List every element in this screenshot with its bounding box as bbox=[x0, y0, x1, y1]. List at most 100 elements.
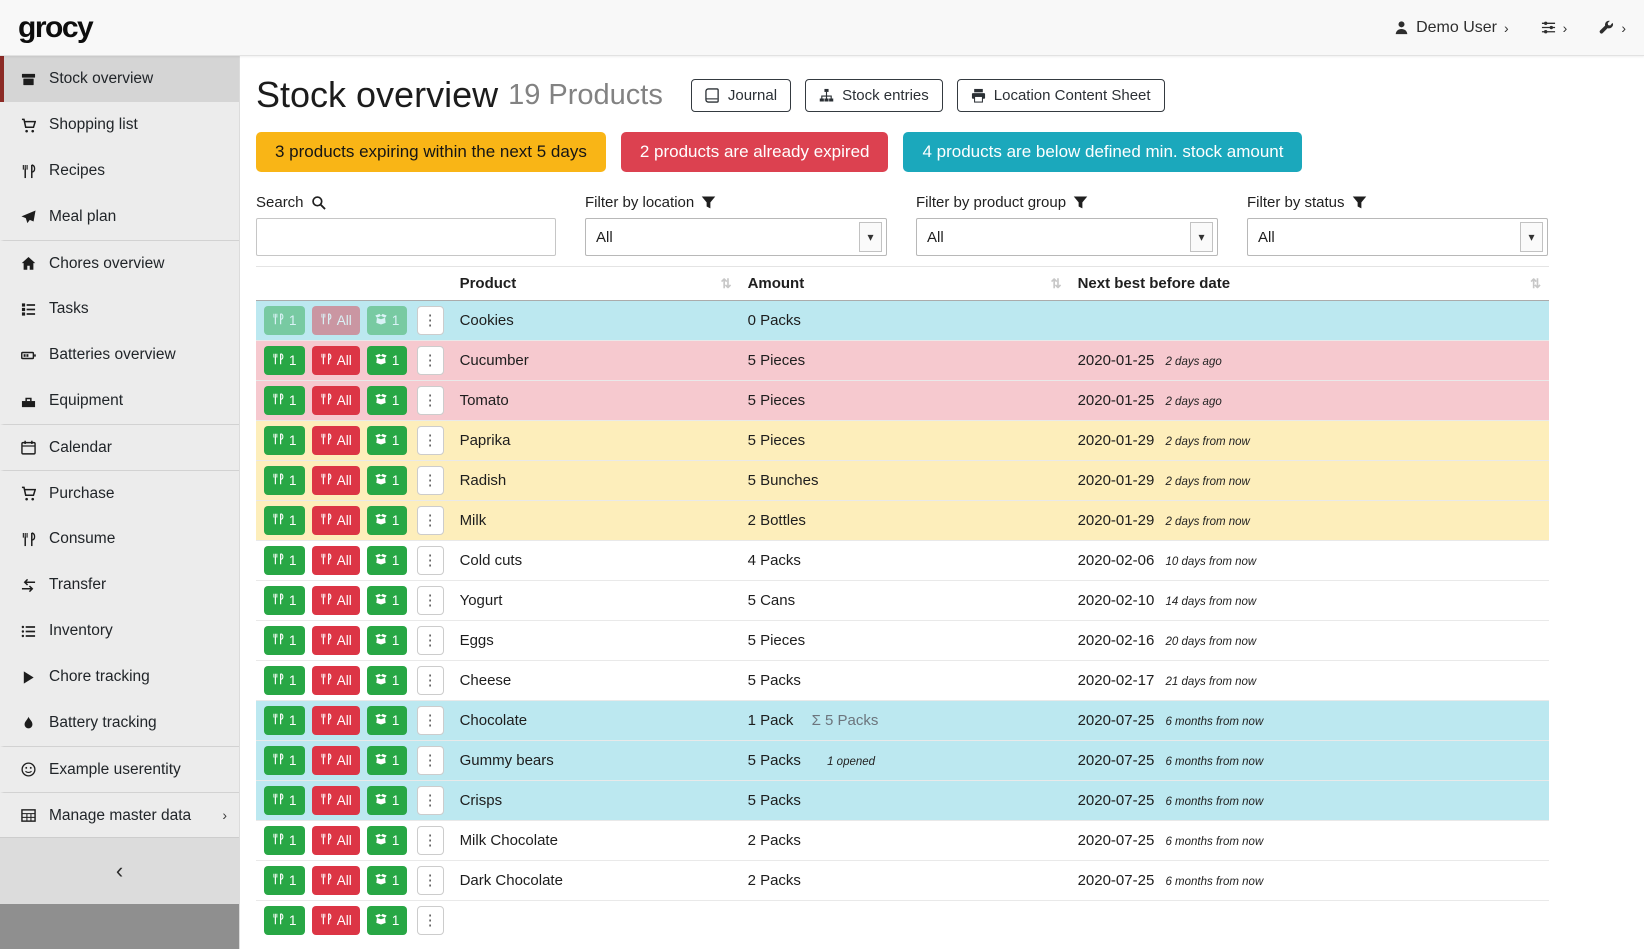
sidebar-item-batteries-overview[interactable]: Batteries overview bbox=[0, 332, 239, 378]
location-select[interactable]: All bbox=[585, 218, 887, 256]
open-one-button[interactable]: 1 bbox=[367, 346, 408, 375]
sidebar-item-consume[interactable]: Consume bbox=[0, 516, 239, 562]
row-menu-button[interactable]: ⋮ bbox=[417, 386, 444, 415]
consume-one-button[interactable]: 1 bbox=[264, 386, 305, 415]
sidebar-collapse-button[interactable]: ‹ bbox=[0, 838, 239, 904]
consume-one-button[interactable]: 1 bbox=[264, 346, 305, 375]
open-one-button[interactable]: 1 bbox=[367, 426, 408, 455]
row-menu-button[interactable]: ⋮ bbox=[417, 746, 444, 775]
consume-all-button[interactable]: All bbox=[312, 586, 360, 615]
row-menu-button[interactable]: ⋮ bbox=[417, 426, 444, 455]
consume-one-button[interactable]: 1 bbox=[264, 906, 305, 935]
row-menu-button[interactable]: ⋮ bbox=[417, 306, 444, 335]
sort-icon[interactable]: ⇅ bbox=[1530, 276, 1541, 292]
open-one-button[interactable]: 1 bbox=[367, 786, 408, 815]
open-one-button[interactable]: 1 bbox=[367, 746, 408, 775]
consume-one-button[interactable]: 1 bbox=[264, 706, 305, 735]
consume-all-button[interactable]: All bbox=[312, 386, 360, 415]
consume-all-button[interactable]: All bbox=[312, 506, 360, 535]
column-header-amount[interactable]: Amount ⇅ bbox=[740, 267, 1070, 301]
consume-one-button[interactable]: 1 bbox=[264, 666, 305, 695]
open-one-button[interactable]: 1 bbox=[367, 306, 408, 335]
sidebar-item-chore-tracking[interactable]: Chore tracking bbox=[0, 654, 239, 700]
settings-menu[interactable]: › bbox=[1541, 20, 1568, 35]
header-button-stock-entries[interactable]: Stock entries bbox=[805, 79, 943, 112]
sidebar-item-tasks[interactable]: Tasks bbox=[0, 286, 239, 332]
consume-all-button[interactable]: All bbox=[312, 786, 360, 815]
consume-all-button[interactable]: All bbox=[312, 626, 360, 655]
row-menu-button[interactable]: ⋮ bbox=[417, 626, 444, 655]
app-logo[interactable]: grocy bbox=[18, 11, 92, 45]
consume-all-button[interactable]: All bbox=[312, 866, 360, 895]
sidebar-item-inventory[interactable]: Inventory bbox=[0, 608, 239, 654]
row-menu-button[interactable]: ⋮ bbox=[417, 506, 444, 535]
column-header-next-best-before-date[interactable]: Next best before date ⇅ bbox=[1070, 267, 1549, 301]
consume-all-button[interactable]: All bbox=[312, 706, 360, 735]
row-menu-button[interactable]: ⋮ bbox=[417, 906, 444, 935]
user-menu[interactable]: Demo User › bbox=[1394, 19, 1509, 37]
consume-all-button[interactable]: All bbox=[312, 746, 360, 775]
consume-all-button[interactable]: All bbox=[312, 306, 360, 335]
open-one-button[interactable]: 1 bbox=[367, 546, 408, 575]
open-one-button[interactable]: 1 bbox=[367, 666, 408, 695]
consume-all-button[interactable]: All bbox=[312, 666, 360, 695]
open-one-button[interactable]: 1 bbox=[367, 826, 408, 855]
consume-one-button[interactable]: 1 bbox=[264, 506, 305, 535]
consume-one-button[interactable]: 1 bbox=[264, 306, 305, 335]
consume-one-button[interactable]: 1 bbox=[264, 426, 305, 455]
consume-one-button[interactable]: 1 bbox=[264, 626, 305, 655]
admin-menu[interactable]: › bbox=[1599, 20, 1626, 35]
open-one-button[interactable]: 1 bbox=[367, 466, 408, 495]
consume-one-button[interactable]: 1 bbox=[264, 546, 305, 575]
sidebar-item-recipes[interactable]: Recipes bbox=[0, 148, 239, 194]
sidebar-item-meal-plan[interactable]: Meal plan bbox=[0, 194, 239, 240]
row-menu-button[interactable]: ⋮ bbox=[417, 786, 444, 815]
status-banner-4-products-are-below-defined-min-stock-amount[interactable]: 4 products are below defined min. stock … bbox=[903, 132, 1302, 172]
status-select[interactable]: All bbox=[1247, 218, 1548, 256]
sidebar-item-transfer[interactable]: Transfer bbox=[0, 562, 239, 608]
consume-all-button[interactable]: All bbox=[312, 546, 360, 575]
header-button-location-content-sheet[interactable]: Location Content Sheet bbox=[957, 79, 1165, 112]
row-menu-button[interactable]: ⋮ bbox=[417, 666, 444, 695]
search-input[interactable] bbox=[256, 218, 556, 256]
consume-one-button[interactable]: 1 bbox=[264, 586, 305, 615]
consume-one-button[interactable]: 1 bbox=[264, 746, 305, 775]
row-menu-button[interactable]: ⋮ bbox=[417, 706, 444, 735]
sidebar-item-example-userentity[interactable]: Example userentity bbox=[0, 746, 239, 792]
sidebar-item-battery-tracking[interactable]: Battery tracking bbox=[0, 700, 239, 746]
sort-icon[interactable]: ⇅ bbox=[1051, 276, 1062, 292]
consume-all-button[interactable]: All bbox=[312, 906, 360, 935]
consume-one-button[interactable]: 1 bbox=[264, 466, 305, 495]
sidebar-item-manage-master-data[interactable]: Manage master data › bbox=[0, 792, 239, 837]
row-menu-button[interactable]: ⋮ bbox=[417, 866, 444, 895]
open-one-button[interactable]: 1 bbox=[367, 506, 408, 535]
column-header-product[interactable]: Product ⇅ bbox=[452, 267, 740, 301]
consume-all-button[interactable]: All bbox=[312, 346, 360, 375]
consume-all-button[interactable]: All bbox=[312, 426, 360, 455]
sidebar-item-chores-overview[interactable]: Chores overview bbox=[0, 240, 239, 286]
row-menu-button[interactable]: ⋮ bbox=[417, 546, 444, 575]
row-menu-button[interactable]: ⋮ bbox=[417, 466, 444, 495]
row-menu-button[interactable]: ⋮ bbox=[417, 586, 444, 615]
sidebar-item-equipment[interactable]: Equipment bbox=[0, 378, 239, 424]
consume-all-button[interactable]: All bbox=[312, 466, 360, 495]
consume-all-button[interactable]: All bbox=[312, 826, 360, 855]
product-group-select[interactable]: All bbox=[916, 218, 1218, 256]
consume-one-button[interactable]: 1 bbox=[264, 866, 305, 895]
status-banner-3-products-expiring-within-the-next-5-days[interactable]: 3 products expiring within the next 5 da… bbox=[256, 132, 606, 172]
open-one-button[interactable]: 1 bbox=[367, 866, 408, 895]
row-menu-button[interactable]: ⋮ bbox=[417, 346, 444, 375]
row-menu-button[interactable]: ⋮ bbox=[417, 826, 444, 855]
sort-icon[interactable]: ⇅ bbox=[721, 276, 732, 292]
status-banner-2-products-are-already-expired[interactable]: 2 products are already expired bbox=[621, 132, 889, 172]
consume-one-button[interactable]: 1 bbox=[264, 786, 305, 815]
open-one-button[interactable]: 1 bbox=[367, 586, 408, 615]
open-one-button[interactable]: 1 bbox=[367, 386, 408, 415]
open-one-button[interactable]: 1 bbox=[367, 706, 408, 735]
header-button-journal[interactable]: Journal bbox=[691, 79, 791, 112]
open-one-button[interactable]: 1 bbox=[367, 626, 408, 655]
sidebar-item-calendar[interactable]: Calendar bbox=[0, 424, 239, 470]
sidebar-item-purchase[interactable]: Purchase bbox=[0, 470, 239, 516]
open-one-button[interactable]: 1 bbox=[367, 906, 408, 935]
sidebar-item-stock-overview[interactable]: Stock overview bbox=[0, 56, 239, 102]
